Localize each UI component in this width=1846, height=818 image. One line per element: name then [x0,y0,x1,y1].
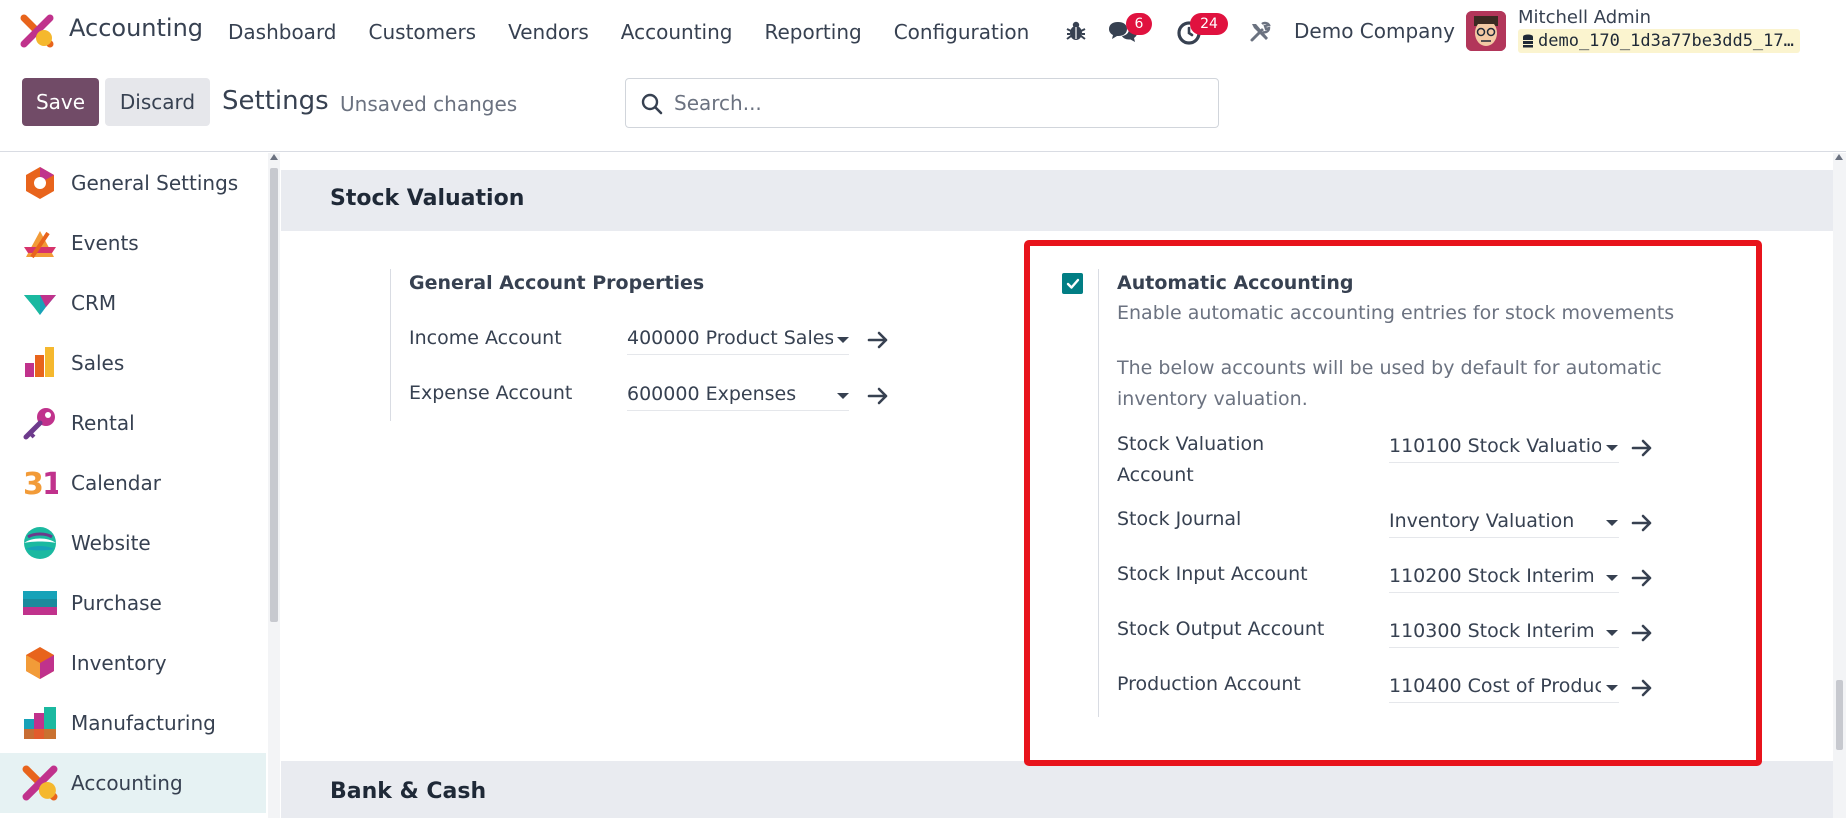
main-menu: Dashboard Customers Vendors Accounting R… [228,0,1061,64]
svg-text:3: 3 [23,467,44,499]
sidebar-item-label: Website [71,531,151,555]
sidebar-item-events[interactable]: Events [0,213,266,273]
chevron-down-icon[interactable] [837,337,849,343]
sidebar-item-label: Sales [71,351,125,375]
chevron-down-icon[interactable] [837,393,849,399]
accounting-app-icon[interactable] [20,14,54,48]
unsaved-changes-status: Unsaved changes [340,92,518,116]
search-icon [641,93,663,115]
activities-count-badge: 24 [1190,13,1228,35]
income-account-value: 400000 Product Sales [627,327,833,349]
general-settings-icon [26,167,54,199]
section-header-stock-valuation: Stock Valuation [281,170,1833,231]
sidebar-item-label: Accounting [71,771,183,795]
sidebar-item-crm[interactable]: CRM [0,273,266,333]
inventory-icon [26,647,54,679]
svg-text:1: 1 [42,467,58,499]
content-scroll-up-icon[interactable] [1835,154,1843,160]
highlight-annotation-box [1024,240,1762,766]
discard-button[interactable]: Discard [105,78,210,126]
sidebar-item-label: Calendar [71,471,161,495]
search-input[interactable] [674,79,1204,127]
sidebar-item-sales[interactable]: Sales [0,333,266,393]
sidebar-item-label: Rental [71,411,135,435]
accounting-icon [22,765,58,801]
setting-divider [390,269,391,421]
sidebar-item-general-settings[interactable]: General Settings [0,153,266,213]
sidebar-item-accounting[interactable]: Accounting [0,753,266,813]
rental-key-icon [23,408,55,440]
calendar-icon: 3 1 [23,467,58,499]
sidebar-item-website[interactable]: Website [0,513,266,573]
section-title: Stock Valuation [330,186,525,211]
events-icon [24,231,56,259]
internal-link-arrow-icon[interactable] [867,330,889,350]
menu-reporting[interactable]: Reporting [764,20,861,44]
page-title: Settings [222,86,329,116]
income-account-label: Income Account [409,327,562,349]
database-tag: demo_170_1d3a77be3dd5_17… [1518,29,1800,53]
search-box[interactable] [625,78,1219,128]
expense-account-value: 600000 Expenses [627,383,797,405]
sidebar-scroll-up-icon[interactable] [270,154,278,160]
sidebar-item-label: Purchase [71,591,162,615]
user-name[interactable]: Mitchell Admin [1518,7,1651,28]
sidebar-item-purchase[interactable]: Purchase [0,573,266,633]
purchase-icon [23,591,57,615]
expense-account-field[interactable]: 600000 Expenses [627,381,849,411]
sidebar-item-label: Events [71,231,139,255]
control-panel: Save Discard Settings Unsaved changes [0,64,1846,152]
company-switcher[interactable]: Demo Company [1294,19,1455,43]
database-icon [1523,34,1533,48]
sidebar-item-calendar[interactable]: 3 1 Calendar [0,453,266,513]
sidebar-item-label: Inventory [71,651,167,675]
bug-icon[interactable] [1064,19,1088,43]
content-scroll-thumb[interactable] [1836,680,1843,750]
section-title: Bank & Cash [330,779,487,804]
settings-sidebar: General Settings Events CRM Sales Rental… [0,153,268,818]
menu-customers[interactable]: Customers [369,20,477,44]
expense-account-label: Expense Account [409,382,573,404]
database-name: demo_170_1d3a77be3dd5_17… [1538,31,1794,51]
internal-link-arrow-icon[interactable] [867,386,889,406]
section-header-bank-cash: Bank & Cash [281,761,1833,818]
sidebar-item-manufacturing[interactable]: Manufacturing [0,693,266,753]
income-account-field[interactable]: 400000 Product Sales [627,325,849,355]
menu-vendors[interactable]: Vendors [508,20,589,44]
messages-count-badge: 6 [1126,13,1152,35]
sidebar-item-label: Manufacturing [71,711,216,735]
menu-configuration[interactable]: Configuration [894,20,1030,44]
tools-icon[interactable] [1248,20,1272,44]
top-navbar: Accounting Dashboard Customers Vendors A… [0,0,1846,64]
sidebar-scroll-thumb[interactable] [270,168,278,622]
website-icon [24,527,56,559]
manufacturing-icon [24,707,56,739]
save-button[interactable]: Save [22,78,99,126]
app-name[interactable]: Accounting [69,14,203,42]
menu-accounting[interactable]: Accounting [621,20,733,44]
sidebar-item-label: CRM [71,291,117,315]
crm-icon [24,295,56,315]
sidebar-item-label: General Settings [71,171,239,195]
general-account-properties-heading: General Account Properties [409,272,705,294]
user-avatar[interactable] [1466,11,1506,51]
menu-dashboard[interactable]: Dashboard [228,20,337,44]
sidebar-item-inventory[interactable]: Inventory [0,633,266,693]
sales-icon [25,347,54,377]
sidebar-item-rental[interactable]: Rental [0,393,266,453]
